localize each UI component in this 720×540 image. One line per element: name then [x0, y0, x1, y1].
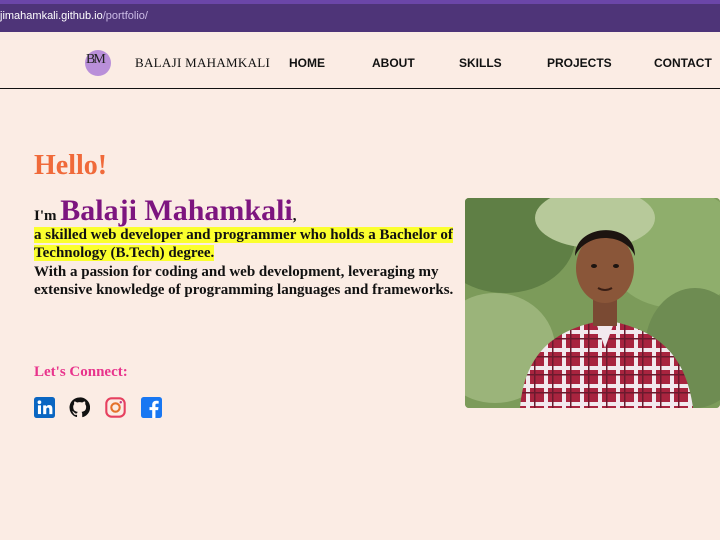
- instagram-icon[interactable]: [105, 397, 126, 418]
- connect-heading: Let's Connect:: [34, 364, 128, 380]
- linkedin-icon[interactable]: [34, 397, 55, 418]
- site-navbar: BM BALAJI MAHAMKALI HOME ABOUT SKILLS PR…: [0, 32, 720, 89]
- url-path: /portfolio/: [102, 10, 148, 22]
- hero-greeting: Hello!: [34, 150, 108, 181]
- hero-im: I'm: [34, 208, 57, 224]
- facebook-icon[interactable]: [141, 397, 162, 418]
- hero-highlight: a skilled web developer and programmer w…: [34, 226, 453, 261]
- url-host: jimahamkali.github.io: [0, 10, 103, 22]
- nav-home[interactable]: HOME: [289, 56, 325, 70]
- nav-about[interactable]: ABOUT: [372, 56, 415, 70]
- github-icon[interactable]: [69, 397, 90, 418]
- profile-photo: [465, 198, 720, 408]
- logo-monogram: BM: [86, 52, 106, 67]
- hero-comma: ,: [292, 208, 297, 224]
- nav-contact[interactable]: CONTACT: [654, 56, 712, 70]
- profile-photo-illustration: [465, 198, 720, 408]
- address-url[interactable]: jimahamkali.github.io/portfolio/: [0, 10, 148, 22]
- hero-intro: I'm Balaji Mahamkali, a skilled web deve…: [34, 196, 454, 300]
- browser-address-bar[interactable]: jimahamkali.github.io/portfolio/: [0, 0, 720, 32]
- hero-name: Balaji Mahamkali: [60, 194, 293, 227]
- site-brand[interactable]: BALAJI MAHAMKALI: [135, 55, 270, 71]
- hero-description: With a passion for coding and web develo…: [34, 263, 454, 299]
- nav-projects[interactable]: PROJECTS: [547, 56, 612, 70]
- nav-skills[interactable]: SKILLS: [459, 56, 502, 70]
- site-logo[interactable]: BM: [85, 50, 111, 76]
